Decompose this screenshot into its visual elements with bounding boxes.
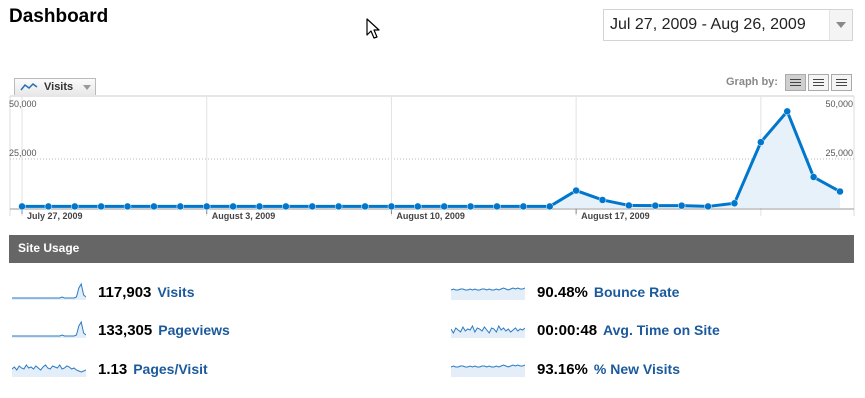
data-point xyxy=(493,202,501,211)
data-point xyxy=(361,202,369,211)
sparkline-area xyxy=(12,365,86,377)
sparkline-line xyxy=(12,282,86,299)
data-point xyxy=(598,196,607,204)
data-point xyxy=(704,202,712,211)
data-point xyxy=(44,202,53,211)
data-point xyxy=(334,202,343,211)
stat-value: 1.13 xyxy=(98,361,128,378)
y-tick-label-right: 25,000 xyxy=(825,148,853,158)
x-tick-label: August 3, 2009 xyxy=(212,211,276,221)
data-point xyxy=(71,202,79,211)
stat-link-visits[interactable]: Visits xyxy=(157,284,194,300)
data-point xyxy=(545,202,554,211)
data-point xyxy=(809,173,818,181)
data-point xyxy=(625,201,633,210)
stat-link-bounce-rate[interactable]: Bounce Rate xyxy=(594,284,680,300)
new-visits-sparkline xyxy=(451,364,525,377)
site-usage-title: Site Usage xyxy=(18,241,80,255)
bounce-rate-sparkline xyxy=(451,287,525,300)
x-tick-label: August 17, 2009 xyxy=(581,211,650,221)
stat-link-new-visits[interactable]: % New Visits xyxy=(594,361,680,377)
stat-value: 117,903 xyxy=(98,284,152,301)
data-point xyxy=(387,202,396,211)
site-usage-header: Site Usage xyxy=(9,235,854,263)
data-point xyxy=(255,202,264,211)
data-point xyxy=(202,202,211,211)
stat-link-pages-per-visit[interactable]: Pages/Visit xyxy=(133,361,207,377)
y-tick-label-right: 50,000 xyxy=(825,99,853,109)
y-tick-label-left: 50,000 xyxy=(9,99,37,109)
avg-time-sparkline xyxy=(451,324,525,338)
data-point xyxy=(414,202,422,211)
data-point xyxy=(150,202,158,211)
data-point xyxy=(282,202,290,211)
data-point xyxy=(757,138,765,146)
y-tick-label-left: 25,000 xyxy=(9,148,37,158)
data-point xyxy=(572,186,580,195)
data-point xyxy=(677,201,686,210)
stat-value: 93.16% xyxy=(537,361,588,378)
x-tick-label: July 27, 2009 xyxy=(27,211,83,221)
series-area xyxy=(22,111,840,208)
visits-chart: 50,000 50,000 25,000 25,000 July 27, 2009 Aug… xyxy=(9,95,855,221)
stat-value: 133,305 xyxy=(98,322,153,339)
stat-value: 90.48% xyxy=(537,284,588,301)
data-point xyxy=(97,202,105,211)
data-point xyxy=(18,202,26,211)
x-tick-label: August 10, 2009 xyxy=(396,211,465,221)
stat-value: 00:00:48 xyxy=(537,322,598,339)
sparkline-line xyxy=(12,320,86,337)
pages-per-visit-sparkline xyxy=(12,364,86,377)
data-point xyxy=(836,187,844,196)
data-point xyxy=(176,202,185,211)
data-point xyxy=(651,201,660,210)
pageviews-sparkline xyxy=(12,320,86,338)
data-point xyxy=(466,202,475,211)
data-point xyxy=(519,202,528,211)
data-point xyxy=(308,202,317,211)
data-point xyxy=(440,202,448,211)
data-point xyxy=(730,199,739,208)
stat-link-avg-time-on-site[interactable]: Avg. Time on Site xyxy=(603,322,720,338)
data-point xyxy=(123,202,132,211)
stat-link-pageviews[interactable]: Pageviews xyxy=(158,322,230,338)
visits-sparkline xyxy=(12,282,86,300)
data-point xyxy=(229,202,237,211)
data-point xyxy=(783,107,791,116)
